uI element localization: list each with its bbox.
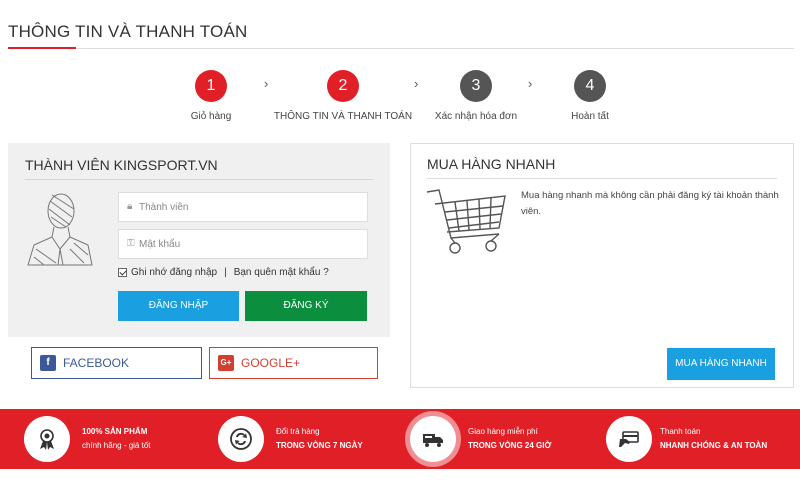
step-number: 2 [327, 70, 359, 102]
password-input[interactable]: ⚿ Mật khẩu [118, 229, 368, 259]
feature-shipping: Giao hàng miễn phí TRONG VÒNG 24 GIỜ [400, 409, 600, 469]
step-number: 3 [460, 70, 492, 102]
google-label: GOOGLE+ [241, 356, 301, 370]
step-number: 1 [195, 70, 227, 102]
exchange-icon [230, 428, 252, 450]
login-button[interactable]: ĐĂNG NHẬP [118, 291, 239, 321]
password-placeholder: Mật khẩu [139, 239, 181, 250]
step-complete[interactable]: 4 Hoàn tất [510, 70, 670, 122]
feature-return: Đổi trả hàng TRONG VÒNG 7 NGÀY [200, 409, 400, 469]
facebook-label: FACEBOOK [63, 356, 130, 370]
page-title: THÔNG TIN VÀ THANH TOÁN [8, 22, 248, 41]
title-underline [8, 47, 76, 49]
card-icon [619, 431, 639, 447]
key-icon: ⚿ [127, 238, 135, 249]
member-divider [25, 179, 373, 180]
lock-icon: 🔒︎ [127, 201, 133, 212]
remember-row: Ghi nhớ đăng nhập | Bạn quên mật khẩu ? [118, 267, 329, 278]
feature-subtitle: TRONG VÒNG 24 GIỜ [468, 441, 552, 450]
feature-payment: Thanh toán NHANH CHÓNG & AN TOÀN [600, 409, 800, 469]
username-input[interactable]: 🔒︎ Thành viên [118, 192, 368, 222]
quick-buy-divider [427, 178, 777, 179]
step-number: 4 [574, 70, 606, 102]
facebook-login-button[interactable]: f FACEBOOK [31, 347, 202, 379]
truck-icon [423, 434, 443, 447]
checkout-steps: 1 Giỏ hàng › 2 THÔNG TIN VÀ THANH TOÁN ›… [0, 70, 800, 126]
google-plus-icon: G+ [218, 355, 234, 371]
member-login-panel: THÀNH VIÊN KINGSPORT.VN 🔒︎ Thành viên ⚿ … [8, 143, 390, 337]
feature-subtitle: NHANH CHÓNG & AN TOÀN [660, 441, 768, 450]
username-placeholder: Thành viên [139, 202, 189, 213]
facebook-icon: f [40, 355, 56, 371]
quick-buy-description: Mua hàng nhanh mà không cần phải đăng ký… [521, 190, 779, 217]
separator: | [224, 267, 227, 278]
member-panel-title: THÀNH VIÊN KINGSPORT.VN [25, 157, 218, 173]
feature-title: Thanh toán [660, 427, 701, 436]
title-divider [8, 48, 794, 49]
feature-authentic: 100% SẢN PHẨM chính hãng - giá tốt [0, 409, 200, 469]
features-bar: 100% SẢN PHẨM chính hãng - giá tốt Đổi t… [0, 409, 800, 469]
feature-subtitle: chính hãng - giá tốt [82, 441, 151, 450]
remember-checkbox[interactable] [118, 268, 127, 277]
medal-icon [40, 429, 54, 450]
shopping-cart-icon [426, 189, 506, 254]
quick-buy-title: MUA HÀNG NHANH [427, 156, 556, 172]
register-button[interactable]: ĐĂNG KÝ [245, 291, 367, 321]
step-label: Hoàn tất [571, 111, 609, 122]
feature-title: Giao hàng miễn phí [468, 427, 538, 436]
feature-title: 100% SẢN PHẨM [82, 427, 148, 436]
google-login-button[interactable]: G+ GOOGLE+ [209, 347, 378, 379]
quick-buy-button[interactable]: MUA HÀNG NHANH [667, 348, 775, 380]
forgot-password-link[interactable]: Bạn quên mật khẩu ? [234, 267, 329, 278]
feature-subtitle: TRONG VÒNG 7 NGÀY [276, 441, 363, 450]
remember-label[interactable]: Ghi nhớ đăng nhập [131, 267, 217, 278]
quick-buy-panel: MUA HÀNG NHANH Mua hàng nhanh mà không c… [410, 143, 794, 388]
feature-title: Đổi trả hàng [276, 427, 320, 436]
user-avatar-icon [27, 193, 93, 266]
